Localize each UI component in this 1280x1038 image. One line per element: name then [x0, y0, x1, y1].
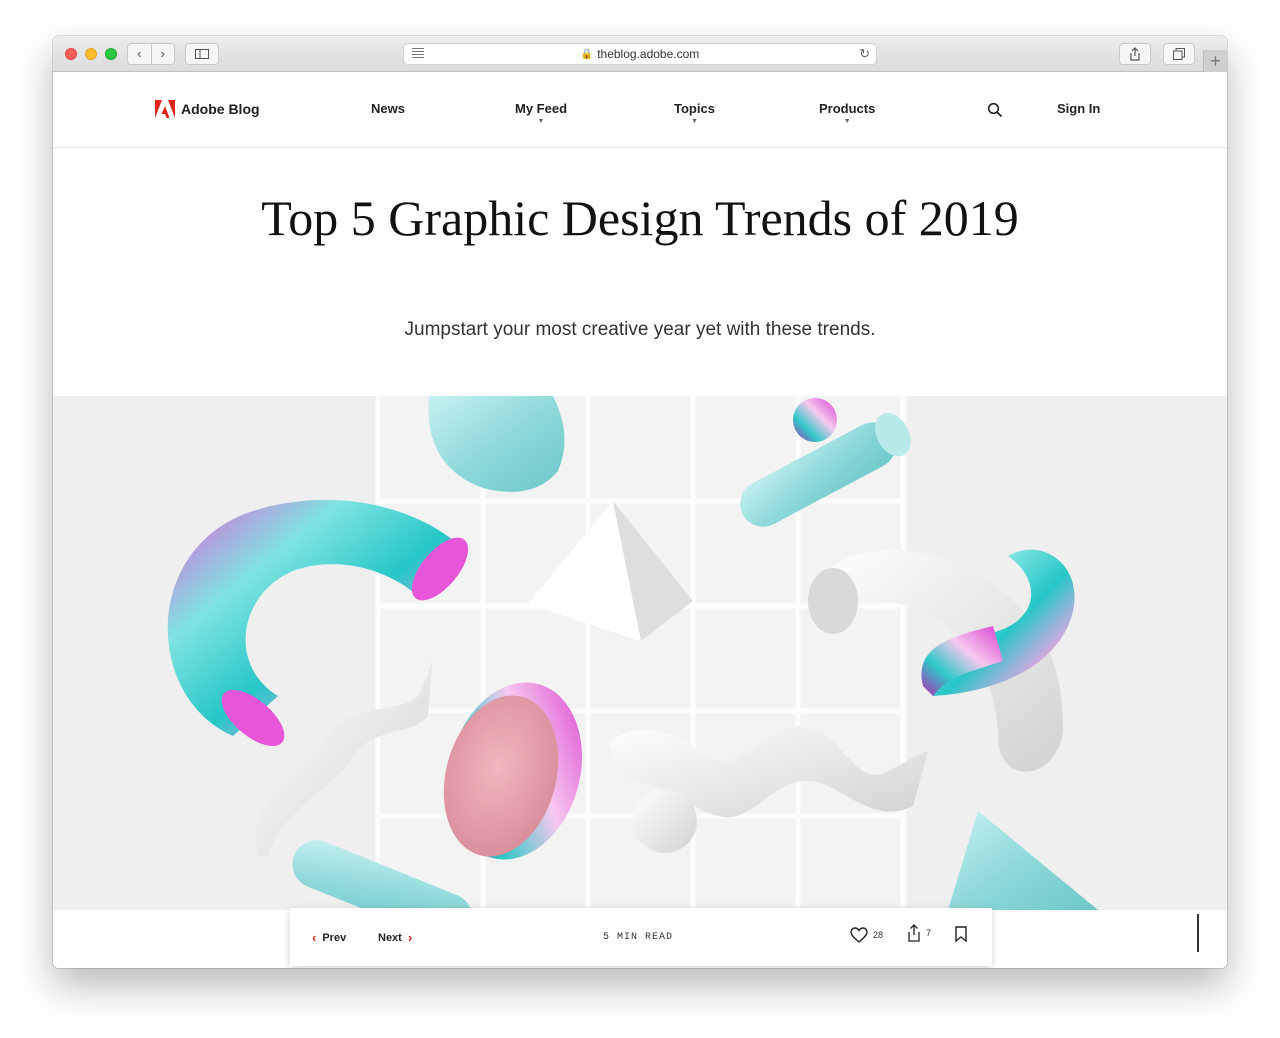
- lock-icon: 🔒: [580, 48, 594, 60]
- nav-news-label: News: [371, 101, 405, 116]
- chevron-right-icon: ›: [407, 930, 413, 945]
- forward-button[interactable]: ›: [150, 44, 175, 64]
- like-count: 28: [873, 930, 884, 940]
- scroll-indicator: [1197, 914, 1199, 952]
- chevron-down-icon: ▼: [537, 118, 545, 125]
- nav-my-feed[interactable]: My Feed ▼: [515, 101, 567, 126]
- share-icon: [1130, 47, 1140, 61]
- search-icon[interactable]: [987, 102, 1003, 118]
- sidebar-icon: [195, 49, 209, 59]
- hero-image: [53, 396, 1227, 910]
- prev-article-link[interactable]: ‹ Prev: [312, 930, 346, 945]
- nav-topics-label: Topics: [674, 101, 715, 116]
- nav-news[interactable]: News: [371, 101, 405, 116]
- tabs-icon: [1173, 48, 1185, 60]
- heart-icon: [850, 927, 868, 943]
- article-subtitle: Jumpstart your most creative year yet wi…: [404, 319, 876, 340]
- close-window-button[interactable]: [65, 48, 77, 60]
- sidebar-toggle-button[interactable]: [185, 43, 219, 65]
- chevron-down-icon: ▼: [843, 118, 851, 125]
- back-button[interactable]: ‹: [128, 44, 151, 64]
- address-bar[interactable]: 🔒 theblog.adobe.com ↻: [403, 43, 877, 65]
- read-time: 5 MIN READ: [603, 932, 674, 943]
- new-tab-button[interactable]: +: [1203, 50, 1227, 72]
- sign-in-link[interactable]: Sign In: [1057, 101, 1100, 116]
- prev-label: Prev: [322, 931, 347, 944]
- share-article-button[interactable]: 7: [907, 924, 931, 942]
- chevron-left-icon: ‹: [312, 930, 317, 945]
- nav-my-feed-label: My Feed: [515, 101, 568, 116]
- site-header: Adobe Blog News My Feed ▼ Topics ▼ Produ…: [53, 72, 1227, 148]
- adobe-logo-icon: [155, 100, 175, 118]
- nav-products-label: Products: [819, 101, 876, 116]
- share-count: 7: [926, 928, 932, 938]
- reader-view-icon[interactable]: [412, 48, 424, 60]
- zoom-window-button[interactable]: [105, 48, 117, 60]
- share-icon: [908, 924, 920, 942]
- next-label: Next: [378, 931, 402, 944]
- brand-name: Adobe Blog: [181, 101, 260, 117]
- minimize-window-button[interactable]: [85, 48, 97, 60]
- share-toolbar-button[interactable]: [1119, 43, 1151, 65]
- bookmark-button[interactable]: [955, 926, 967, 945]
- brand-link[interactable]: Adobe Blog: [155, 100, 260, 118]
- nav-topics[interactable]: Topics ▼: [674, 101, 715, 126]
- reload-icon[interactable]: ↻: [859, 46, 870, 62]
- browser-toolbar: ‹ › 🔒 theblog.adobe.com ↻ +: [53, 36, 1227, 72]
- abstract-3d-shapes-image: [53, 396, 1227, 910]
- browser-window: ‹ › 🔒 theblog.adobe.com ↻ + Adobe Blog N…: [53, 36, 1227, 968]
- history-nav: ‹ ›: [127, 43, 175, 65]
- nav-products[interactable]: Products ▼: [819, 101, 875, 126]
- like-button[interactable]: 28: [850, 927, 883, 943]
- tab-overview-button[interactable]: [1163, 43, 1195, 65]
- next-article-link[interactable]: Next ›: [378, 930, 412, 945]
- chevron-down-icon: ▼: [691, 118, 698, 125]
- bookmark-icon: [955, 926, 967, 943]
- url-text: theblog.adobe.com: [597, 47, 700, 61]
- article-title: Top 5 Graphic Design Trends of 2019: [261, 190, 1019, 246]
- article-action-bar: ‹ Prev Next › 5 MIN READ 28 7: [290, 908, 992, 966]
